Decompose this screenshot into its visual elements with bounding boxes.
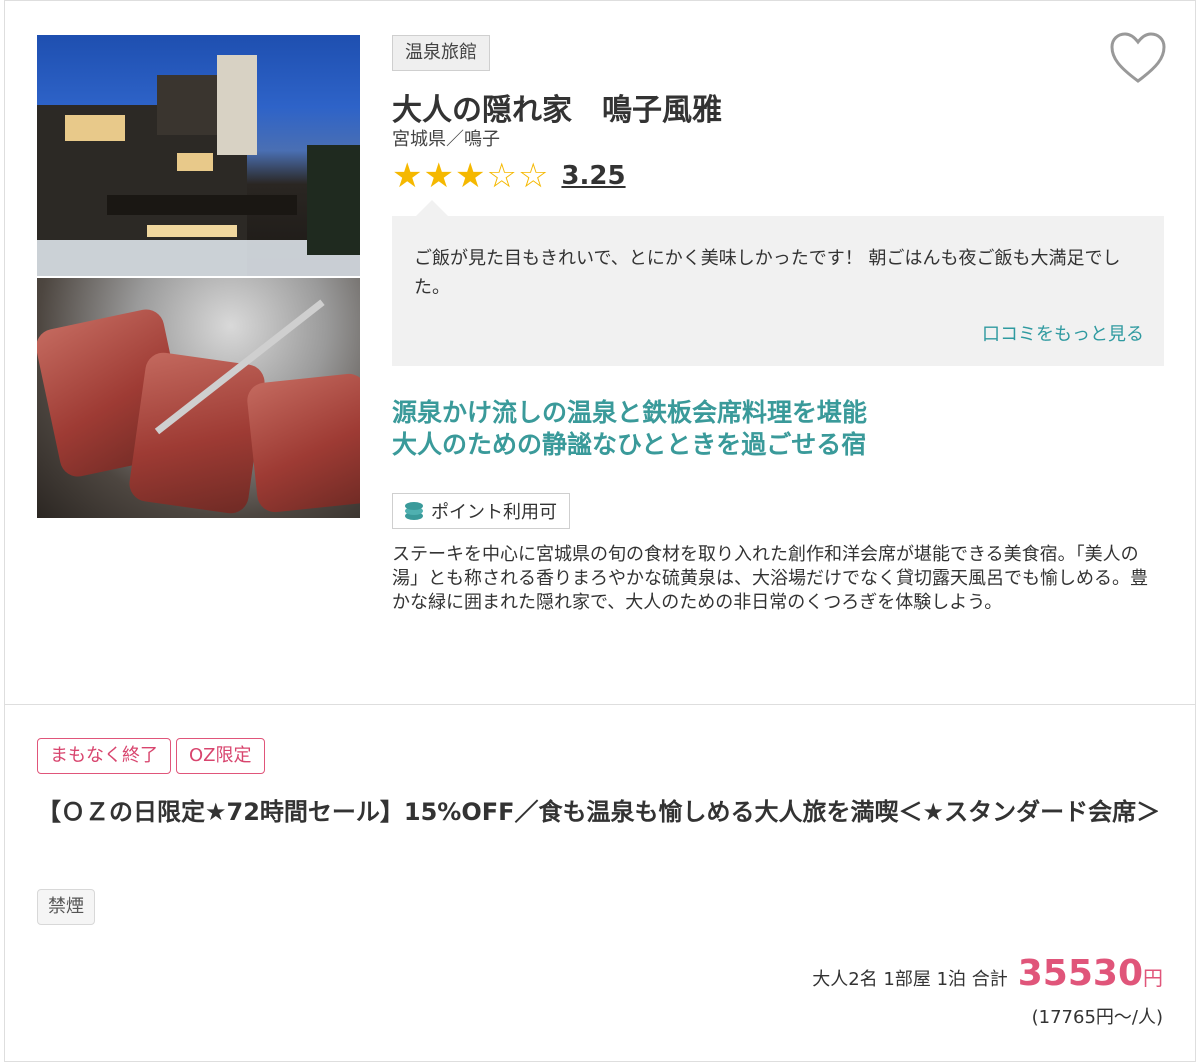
hotel-name[interactable]: 大人の隠れ家 鳴子風雅 xyxy=(392,85,722,129)
points-available-label: ポイント利用可 xyxy=(431,502,557,523)
more-reviews-link[interactable]: 口コミをもっと見る xyxy=(982,320,1144,346)
non-smoking-badge: 禁煙 xyxy=(37,889,95,925)
favorite-heart-icon[interactable] xyxy=(1109,31,1167,85)
star-empty-icon: ☆ xyxy=(486,156,517,196)
catchphrase: 源泉かけ流しの温泉と鉄板会席料理を堪能 大人のための静謐なひとときを過ごせる宿 xyxy=(392,397,867,461)
coin-stack-icon xyxy=(405,502,423,520)
total-price: 35530 xyxy=(1017,953,1143,994)
star-full-icon: ★ xyxy=(423,156,454,196)
points-available-badge: ポイント利用可 xyxy=(392,493,570,529)
hotel-card[interactable]: 温泉旅館 大人の隠れ家 鳴子風雅 宮城県／鳴子 ★ ★ ★ ☆ ☆ 3.25 ご… xyxy=(4,0,1196,1062)
plan-title[interactable]: 【ＯＺの日限定★72時間セール】15%OFF／食も温泉も愉しめる大人旅を満喫＜★… xyxy=(37,791,1167,833)
price-currency: 円 xyxy=(1143,966,1163,990)
accommodation-type-badge: 温泉旅館 xyxy=(392,35,490,71)
price-row: 大人2名 1部屋 1泊 合計 35530 円 xyxy=(812,953,1163,994)
hotel-description: ステーキを中心に宮城県の旬の食材を取り入れた創作和洋会席が堪能できる美食宿。「美… xyxy=(392,544,1148,613)
review-text: ご飯が見た目もきれいで、とにかく美味しかったです！ 朝ごはんも夜ご飯も大満足でし… xyxy=(414,248,1121,298)
review-box: ご飯が見た目もきれいで、とにかく美味しかったです！ 朝ごはんも夜ご飯も大満足でし… xyxy=(392,200,1164,366)
star-full-icon: ★ xyxy=(454,156,486,196)
steak-photo[interactable] xyxy=(37,278,360,518)
price-per-person: (17765円～/人) xyxy=(1031,1007,1163,1028)
rating-stars: ★ ★ ★ ☆ ☆ 3.25 xyxy=(392,156,626,196)
rating-value-link[interactable]: 3.25 xyxy=(561,161,625,191)
plan-tags: まもなく終了 OZ限定 xyxy=(37,738,270,774)
hotel-summary: 温泉旅館 大人の隠れ家 鳴子風雅 宮城県／鳴子 ★ ★ ★ ☆ ☆ 3.25 ご… xyxy=(5,1,1195,705)
plan-tag-ending-soon: まもなく終了 xyxy=(37,738,171,774)
catchphrase-line-2: 大人のための静謐なひとときを過ごせる宿 xyxy=(392,430,867,459)
star-empty-icon: ☆ xyxy=(517,156,549,196)
catchphrase-line-1: 源泉かけ流しの温泉と鉄板会席料理を堪能 xyxy=(392,398,868,427)
hotel-location: 宮城県／鳴子 xyxy=(392,129,500,150)
plan-tag-oz-limited: OZ限定 xyxy=(176,738,265,774)
hotel-exterior-photo[interactable] xyxy=(37,35,360,276)
price-conditions: 大人2名 1部屋 1泊 合計 xyxy=(812,969,1008,990)
star-full-icon: ★ xyxy=(392,156,423,196)
